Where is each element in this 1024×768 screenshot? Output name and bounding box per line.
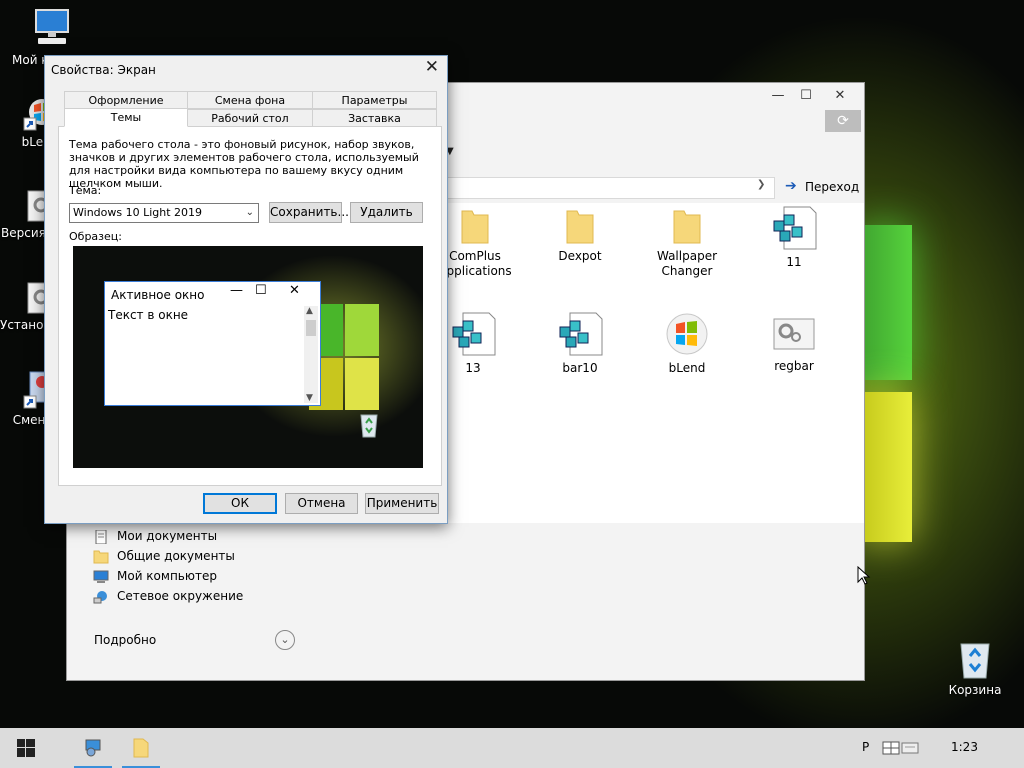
taskbar-explorer[interactable] <box>122 728 160 768</box>
delete-theme-button[interactable]: Удалить <box>350 202 423 223</box>
folder-icon <box>566 210 594 244</box>
file-item-label: bar10 <box>562 361 598 375</box>
file-item-bar10[interactable]: bar10 <box>536 311 624 376</box>
file-item-label: Dexpot <box>558 249 602 263</box>
preview-pane-lightyellow <box>345 358 379 410</box>
maximize-button[interactable]: ☐ <box>790 85 822 107</box>
dialog-title: Свойства: Экран <box>51 63 156 77</box>
preview-window-text: Текст в окне <box>108 308 189 322</box>
details-header[interactable]: Подробно <box>94 633 156 647</box>
ok-button[interactable]: ОК <box>203 493 277 514</box>
task-network[interactable]: Сетевое окружение <box>93 589 243 604</box>
recycle-bin-icon <box>960 643 990 679</box>
file-item-label: Wallpaper Changer <box>656 249 718 278</box>
close-button[interactable]: ✕ <box>824 85 856 107</box>
theme-select-value: Windows 10 Light 2019 <box>73 206 203 219</box>
save-theme-button[interactable]: Сохранить... <box>269 202 349 223</box>
tab-settings[interactable]: Параметры <box>312 91 437 109</box>
cancel-button[interactable]: Отмена <box>285 493 358 514</box>
address-bar[interactable] <box>442 177 775 199</box>
start-button[interactable] <box>8 728 46 768</box>
go-button[interactable]: Переход <box>805 180 859 194</box>
preview-active-window: Активное окно — ☐ ✕ Текст в окне ▲ ▼ <box>104 281 321 406</box>
task-my-documents[interactable]: Мои документы <box>93 529 217 544</box>
scroll-thumb <box>306 320 316 336</box>
display-properties-dialog: Свойства: Экран ✕ Оформление Смена фона … <box>44 55 448 524</box>
task-label: Мои документы <box>117 529 218 543</box>
registry-file-icon <box>559 312 603 356</box>
theme-preview: Активное окно — ☐ ✕ Текст в окне ▲ ▼ <box>73 246 423 468</box>
tray-icon[interactable] <box>882 740 900 756</box>
desktop: Мой компьютер bLend Версия Shell Установ… <box>0 0 1024 728</box>
file-item-label: regbar <box>774 359 814 373</box>
recycle-bin-icon <box>360 414 378 438</box>
file-item-regbar[interactable]: regbar <box>750 313 838 374</box>
task-label: Общие документы <box>117 549 235 563</box>
file-item-wallpaper-changer[interactable]: Wallpaper Changer <box>643 207 731 279</box>
apply-button[interactable]: Применить <box>365 493 439 514</box>
maximize-icon: ☐ <box>255 283 267 298</box>
network-icon <box>93 590 107 603</box>
close-icon: ✕ <box>289 283 300 298</box>
wallpaper-pane-green <box>860 225 912 380</box>
file-item-label: 11 <box>786 255 802 269</box>
file-item-label: 13 <box>465 361 481 375</box>
registry-file-icon <box>773 206 817 250</box>
folder-icon <box>673 210 701 244</box>
tab-screensaver[interactable]: Заставка <box>312 109 437 127</box>
windows-logo-icon <box>17 739 35 757</box>
language-indicator[interactable]: Р <box>862 740 869 754</box>
expand-chevron-icon[interactable]: ⌄ <box>275 630 295 650</box>
folder-icon <box>461 210 489 244</box>
chevron-down-icon[interactable]: ❯ <box>757 179 765 190</box>
mouse-cursor-icon <box>857 566 871 585</box>
folder-icon <box>93 550 109 563</box>
tab-appearance[interactable]: Оформление <box>64 91 188 109</box>
taskbar: Р 1:23 <box>0 728 1024 768</box>
tab-themes[interactable]: Темы <box>64 108 188 127</box>
scroll-down-icon: ▼ <box>306 393 313 403</box>
minimize-icon: — <box>230 283 243 298</box>
task-shared-documents[interactable]: Общие документы <box>93 549 235 564</box>
documents-icon <box>95 529 107 544</box>
theme-label: Тема: <box>69 184 102 197</box>
folder-icon <box>133 738 149 758</box>
theme-select[interactable]: Windows 10 Light 2019 ⌄ <box>69 203 259 223</box>
file-item-label: bLend <box>668 361 706 375</box>
sample-label: Образец: <box>69 230 122 243</box>
task-label: Сетевое окружение <box>117 589 244 603</box>
taskbar-display-properties[interactable] <box>74 728 112 768</box>
blend-icon <box>666 313 708 355</box>
desktop-icon-label: Корзина <box>948 683 1002 697</box>
registry-file-icon <box>452 312 496 356</box>
tab-desktop[interactable]: Рабочий стол <box>187 109 313 127</box>
file-item-blend[interactable]: bLend <box>643 311 731 376</box>
task-label: Мой компьютер <box>117 569 217 583</box>
chevron-down-icon: ⌄ <box>245 207 254 218</box>
display-properties-icon <box>85 739 101 757</box>
computer-icon <box>93 570 109 583</box>
go-arrow-icon[interactable]: ➔ <box>785 178 797 194</box>
file-item-11[interactable]: 11 <box>750 205 838 270</box>
file-item-label: ComPlus Applications <box>438 249 512 278</box>
settings-file-icon <box>773 318 815 350</box>
refresh-button[interactable]: ⟳ <box>825 110 861 132</box>
task-my-computer[interactable]: Мой компьютер <box>93 569 217 584</box>
clock[interactable]: 1:23 <box>951 740 978 754</box>
preview-scrollbar: ▲ ▼ <box>304 306 318 403</box>
desktop-icon-recycle-bin[interactable]: Корзина <box>935 638 1015 698</box>
keyboard-icon[interactable] <box>901 739 919 755</box>
tab-change-background[interactable]: Смена фона <box>187 91 313 109</box>
file-item-dexpot[interactable]: Dexpot <box>536 207 624 264</box>
themes-description: Тема рабочего стола - это фоновый рисуно… <box>69 138 419 190</box>
scroll-up-icon: ▲ <box>306 306 313 316</box>
preview-pane-lightgreen <box>345 304 379 356</box>
preview-window-title: Активное окно <box>111 288 205 302</box>
close-button[interactable]: ✕ <box>425 57 439 77</box>
computer-icon <box>35 9 69 44</box>
themes-panel: Тема рабочего стола - это фоновый рисуно… <box>58 126 442 486</box>
wallpaper-pane-yellow <box>860 392 912 542</box>
